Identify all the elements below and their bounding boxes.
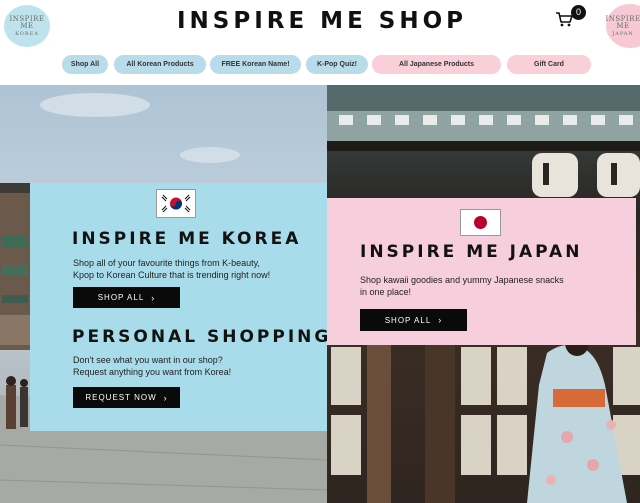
- personal-shopping-line2: Request anything you want from Korea!: [73, 367, 232, 377]
- korea-description-line2: Kpop to Korean Culture that is trending …: [73, 270, 271, 280]
- south-korea-flag: [156, 189, 196, 218]
- chevron-right-icon: ›: [151, 292, 156, 303]
- personal-shopping-heading: PERSONAL SHOPPING: [72, 327, 332, 347]
- nav-kpop-quiz[interactable]: K-Pop Quiz!: [306, 55, 368, 74]
- korea-description: Shop all of your favourite things from K…: [73, 257, 323, 281]
- chevron-right-icon: ›: [438, 315, 443, 325]
- japan-flag: [460, 209, 501, 236]
- nav-free-korean-name[interactable]: FREE Korean Name!: [210, 55, 301, 74]
- request-now-button[interactable]: REQUEST NOW ›: [73, 387, 180, 408]
- japan-heading: INSPIRE ME JAPAN: [360, 242, 583, 262]
- request-now-label: REQUEST NOW: [85, 393, 157, 402]
- nav-all-japanese-products[interactable]: All Japanese Products: [372, 55, 501, 74]
- japan-description-line2: in one place!: [360, 287, 412, 297]
- site-title[interactable]: INSPIRE ME SHOP: [150, 8, 494, 34]
- main-nav: Shop All All Korean Products FREE Korean…: [0, 55, 640, 75]
- hero-section: INSPIRE ME KOREA Shop all of your favour…: [0, 85, 640, 503]
- japan-shop-all-label: SHOP ALL: [384, 315, 432, 325]
- chevron-right-icon: ›: [163, 392, 168, 403]
- nav-shop-all[interactable]: Shop All: [62, 55, 108, 74]
- cart-button[interactable]: 0: [555, 5, 589, 30]
- inspire-me-japan-logo[interactable]: INSPIRE ME JAPAN: [605, 4, 640, 48]
- korea-description-line1: Shop all of your favourite things from K…: [73, 258, 260, 268]
- korea-shop-all-label: SHOP ALL: [97, 293, 145, 302]
- japan-panel: INSPIRE ME JAPAN Shop kawaii goodies and…: [327, 198, 636, 345]
- korea-heading: INSPIRE ME KOREA: [72, 229, 302, 249]
- logo-japan-line2: JAPAN: [612, 30, 634, 37]
- personal-shopping-line1: Don't see what you want in our shop?: [73, 355, 223, 365]
- inspire-me-korea-logo[interactable]: INSPIRE ME KOREA: [4, 5, 50, 47]
- japan-description: Shop kawaii goodies and yummy Japanese s…: [360, 274, 620, 298]
- personal-shopping-description: Don't see what you want in our shop? Req…: [73, 354, 323, 378]
- site-header: INSPIRE ME KOREA INSPIRE ME SHOP 0 INSPI…: [0, 0, 640, 85]
- japan-description-line1: Shop kawaii goodies and yummy Japanese s…: [360, 275, 564, 285]
- cart-count-badge: 0: [571, 5, 586, 20]
- korea-panel: INSPIRE ME KOREA Shop all of your favour…: [30, 183, 328, 431]
- korea-shop-all-button[interactable]: SHOP ALL ›: [73, 287, 180, 308]
- logo-korea-line1: INSPIRE ME: [9, 14, 45, 30]
- nav-all-korean-products[interactable]: All Korean Products: [114, 55, 206, 74]
- japan-shop-all-button[interactable]: SHOP ALL ›: [360, 309, 467, 331]
- logo-korea-line2: KOREA: [15, 30, 39, 37]
- nav-gift-card[interactable]: Gift Card: [507, 55, 591, 74]
- logo-japan-line1: INSPIRE ME: [605, 14, 640, 30]
